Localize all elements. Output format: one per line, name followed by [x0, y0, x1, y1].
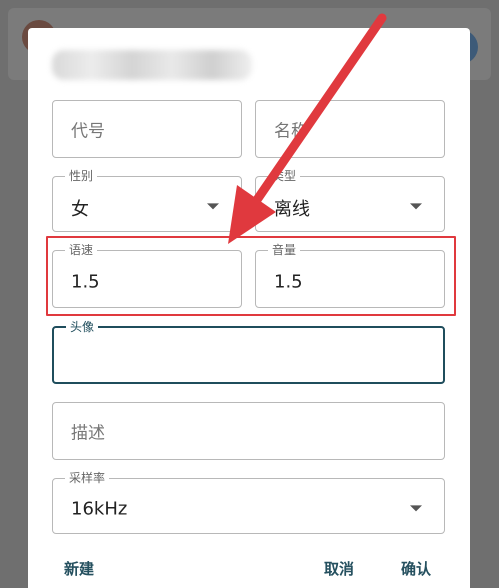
type-label: 类型: [268, 168, 301, 184]
gender-value: 女: [71, 198, 89, 220]
blurred-dialog-title: [52, 50, 252, 80]
type-value: 离线: [274, 198, 310, 220]
description-placeholder: 描述: [71, 423, 105, 444]
chevron-down-icon: [410, 505, 422, 512]
chevron-down-icon: [410, 203, 422, 210]
name-placeholder: 名称: [274, 121, 308, 142]
name-input[interactable]: 名称: [255, 100, 445, 158]
code-input[interactable]: 代号: [52, 100, 242, 158]
avatar-label: 头像: [66, 319, 99, 335]
code-placeholder: 代号: [71, 121, 105, 142]
sample-rate-label: 采样率: [65, 470, 110, 486]
gender-select[interactable]: 性别 女: [52, 168, 242, 232]
gender-label: 性别: [65, 168, 98, 184]
new-button[interactable]: 新建: [64, 558, 94, 579]
cancel-button[interactable]: 取消: [324, 558, 354, 579]
sample-rate-select[interactable]: 采样率 16kHz: [52, 470, 445, 534]
confirm-button[interactable]: 确认: [401, 558, 431, 579]
description-input[interactable]: 描述: [52, 402, 445, 460]
sample-rate-value: 16kHz: [71, 498, 128, 520]
type-select[interactable]: 类型 离线: [255, 168, 445, 232]
highlight-box: [46, 236, 456, 316]
avatar-input[interactable]: 头像: [52, 319, 445, 384]
chevron-down-icon: [207, 203, 219, 210]
